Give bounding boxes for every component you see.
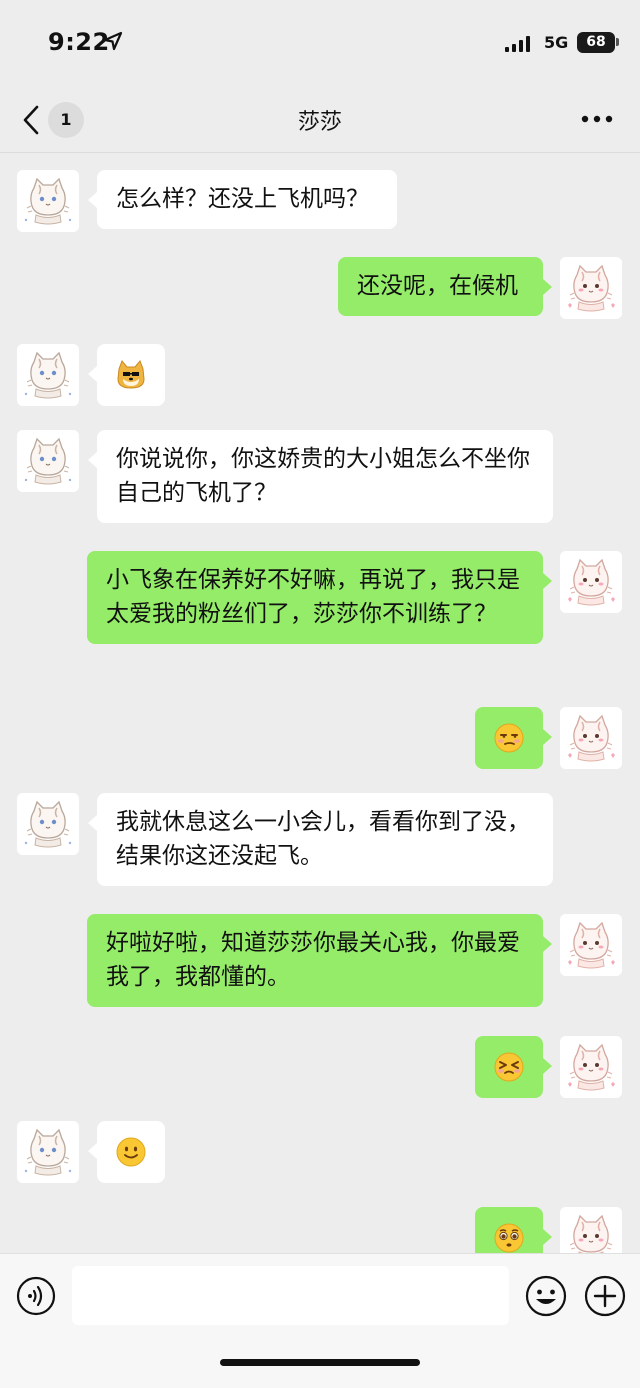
message-bubble[interactable] — [88, 344, 165, 406]
message-bubble[interactable]: 好啦好啦，知道莎莎你最关心我，你最爱我了，我都懂的。 — [87, 914, 552, 1007]
avatar[interactable] — [17, 1121, 79, 1183]
status-time: 9:22 — [48, 28, 110, 56]
avatar[interactable] — [17, 430, 79, 492]
avatar[interactable] — [17, 793, 79, 855]
network-type: 5G — [544, 33, 569, 52]
chat-message-list[interactable]: 怎么样？还没上飞机吗？ 还没呢，在候机 你说说你，你这娇贵的大小姐怎么不坐你自己… — [0, 153, 640, 1253]
home-indicator — [220, 1359, 420, 1366]
avatar[interactable] — [560, 551, 622, 613]
avatar[interactable] — [17, 344, 79, 406]
battery-tip — [616, 38, 619, 46]
message-bubble[interactable]: 怎么样？还没上飞机吗？ — [88, 170, 397, 229]
message-bubble[interactable]: 你说说你，你这娇贵的大小姐怎么不坐你自己的飞机了？ — [88, 430, 553, 523]
message-bubble[interactable] — [88, 1121, 165, 1183]
chat-title: 莎莎 — [297, 110, 342, 135]
pleading-emoji-icon — [494, 1223, 524, 1253]
battery-icon: 68 — [577, 32, 615, 53]
signal-icon — [505, 36, 530, 52]
message-bubble[interactable]: 还没呢，在候机 — [338, 257, 552, 316]
more-icon[interactable] — [580, 114, 614, 124]
smirk-emoji-icon — [494, 723, 524, 753]
doge-emoji-icon — [117, 360, 145, 389]
message-bubble[interactable] — [475, 707, 552, 769]
emoji-picker-icon[interactable] — [525, 1275, 567, 1317]
avatar[interactable] — [17, 170, 79, 232]
message-input[interactable] — [72, 1266, 509, 1325]
location-arrow-icon — [103, 31, 123, 51]
squint-emoji-icon — [494, 1052, 524, 1082]
avatar[interactable] — [560, 914, 622, 976]
smile-emoji-icon — [116, 1137, 146, 1167]
message-bubble[interactable] — [475, 1207, 552, 1253]
avatar[interactable] — [560, 1207, 622, 1253]
avatar[interactable] — [560, 707, 622, 769]
avatar[interactable] — [560, 257, 622, 319]
voice-input-icon[interactable] — [16, 1276, 56, 1316]
status-bar: 9:22 5G 68 — [0, 0, 640, 88]
avatar[interactable] — [560, 1036, 622, 1098]
message-bubble[interactable]: 小飞象在保养好不好嘛，再说了，我只是太爱我的粉丝们了，莎莎你不训练了？ — [87, 551, 552, 644]
nav-bar: 1 莎莎 — [0, 88, 640, 153]
message-bubble[interactable]: 我就休息这么一小会儿，看看你到了没，结果你这还没起飞。 — [88, 793, 553, 886]
input-bar — [0, 1253, 640, 1388]
message-bubble[interactable] — [475, 1036, 552, 1098]
plus-icon[interactable] — [584, 1275, 626, 1317]
